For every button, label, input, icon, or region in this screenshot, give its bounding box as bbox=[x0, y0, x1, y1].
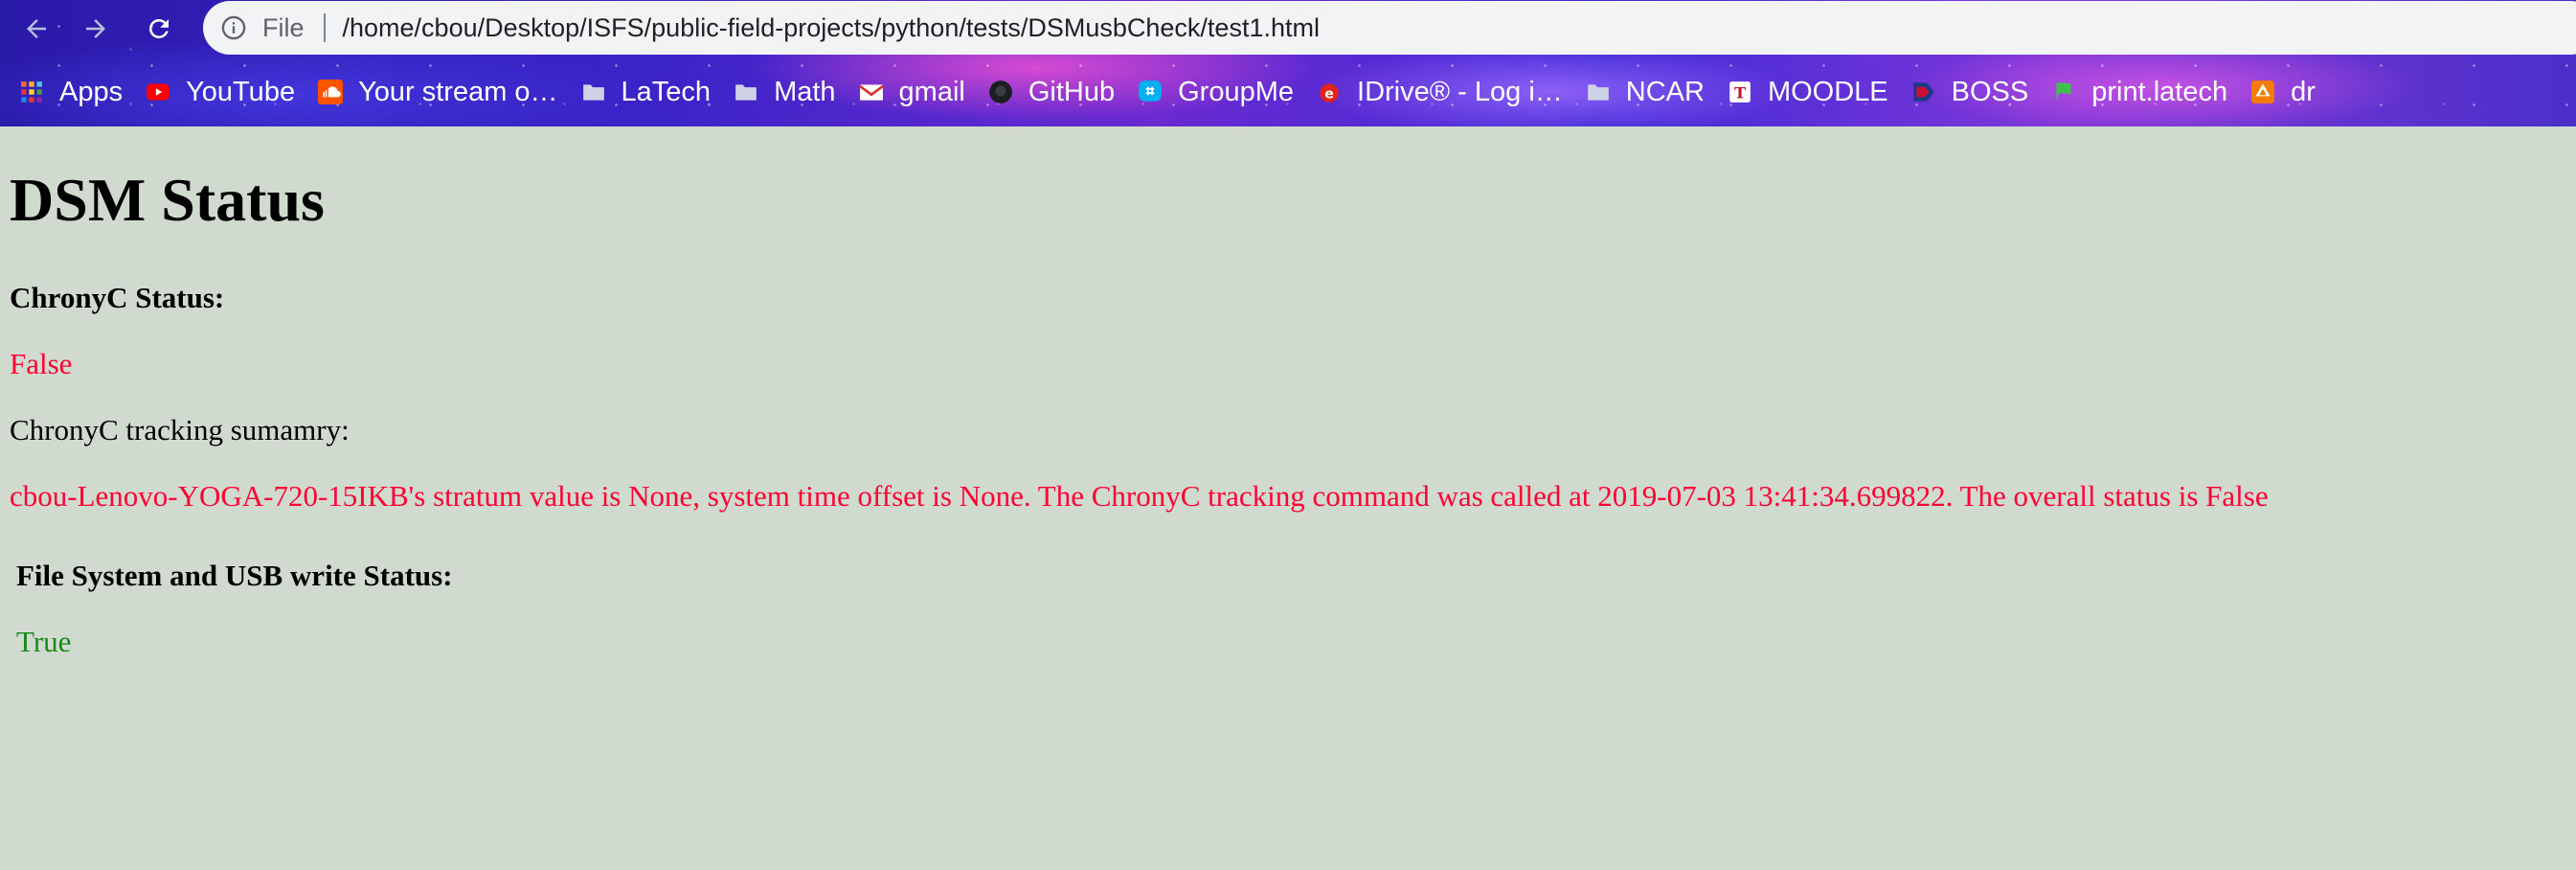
browser-toolbar: File /home/cbou/Desktop/ISFS/public-fiel… bbox=[0, 0, 2576, 57]
forward-button[interactable] bbox=[77, 10, 115, 48]
bookmark-moodle[interactable]: T MOODLE bbox=[1710, 68, 1894, 116]
bookmark-label: Apps bbox=[59, 76, 124, 107]
drive-icon bbox=[2250, 80, 2275, 104]
bookmark-label: YouTube bbox=[186, 76, 296, 107]
chrony-status-heading: ChronyC Status: bbox=[10, 281, 225, 314]
folder-icon bbox=[1586, 80, 1611, 104]
back-arrow-icon bbox=[27, 19, 46, 38]
bookmark-groupme[interactable]: GroupMe bbox=[1120, 68, 1299, 116]
bookmark-label: Your stream o… bbox=[358, 76, 558, 107]
bookmark-idrive[interactable]: e IDrive® - Log i… bbox=[1299, 68, 1569, 116]
bookmark-label: LaTech bbox=[621, 76, 712, 107]
omnibox-divider bbox=[323, 13, 326, 42]
bookmark-gmail[interactable]: gmail bbox=[842, 68, 971, 116]
bookmark-folder-math[interactable]: Math bbox=[716, 68, 841, 116]
address-bar[interactable]: File /home/cbou/Desktop/ISFS/public-fiel… bbox=[203, 1, 2576, 55]
bookmark-label: MOODLE bbox=[1767, 76, 1888, 107]
apps-grid-icon bbox=[19, 80, 44, 104]
folder-icon bbox=[734, 80, 758, 104]
url-text[interactable]: /home/cbou/Desktop/ISFS/public-field-pro… bbox=[343, 13, 1320, 43]
bookmark-apps[interactable]: Apps bbox=[0, 68, 128, 116]
bookmark-label: IDrive® - Log i… bbox=[1357, 76, 1563, 107]
bookmark-youtube[interactable]: YouTube bbox=[128, 68, 301, 116]
usb-status-heading: File System and USB write Status: bbox=[16, 559, 453, 592]
svg-text:T: T bbox=[1734, 84, 1746, 103]
bookmark-label: dr bbox=[2291, 76, 2316, 107]
bookmark-label: Math bbox=[774, 76, 836, 107]
bookmark-label: GroupMe bbox=[1178, 76, 1295, 107]
bookmark-boss[interactable]: BOSS bbox=[1894, 68, 2035, 116]
info-icon[interactable] bbox=[220, 14, 247, 41]
bookmarks-bar: Apps YouTube Your stream o… LaTech Math bbox=[0, 59, 2576, 125]
bookmark-github[interactable]: GitHub bbox=[971, 68, 1120, 116]
reload-button[interactable] bbox=[140, 10, 178, 48]
print-latech-icon bbox=[2051, 80, 2076, 104]
bookmark-folder-ncar[interactable]: NCAR bbox=[1569, 68, 1710, 116]
groupme-icon bbox=[1138, 80, 1163, 104]
tracking-summary-heading: ChronyC tracking sumamry: bbox=[10, 413, 350, 446]
moodle-icon: T bbox=[1728, 80, 1752, 104]
forward-arrow-icon bbox=[86, 19, 105, 38]
github-icon bbox=[988, 80, 1013, 104]
soundcloud-icon bbox=[318, 80, 344, 104]
bookmark-label: GitHub bbox=[1028, 76, 1116, 107]
boss-icon bbox=[1911, 80, 1936, 104]
bookmark-label: BOSS bbox=[1951, 76, 2029, 107]
bookmark-folder-latech[interactable]: LaTech bbox=[564, 68, 717, 116]
gmail-icon bbox=[859, 80, 884, 104]
bookmark-soundcloud[interactable]: Your stream o… bbox=[301, 68, 563, 116]
bookmark-drive[interactable]: dr bbox=[2233, 68, 2321, 116]
page-title: DSM Status bbox=[10, 166, 325, 234]
idrive-icon: e bbox=[1317, 80, 1342, 104]
reload-icon bbox=[149, 18, 169, 38]
browser-chrome: File /home/cbou/Desktop/ISFS/public-fiel… bbox=[0, 0, 2576, 126]
bookmark-label: print.latech bbox=[2091, 76, 2228, 107]
back-button[interactable] bbox=[17, 10, 56, 48]
chrony-status-value: False bbox=[10, 347, 73, 380]
bookmark-label: gmail bbox=[898, 76, 965, 107]
folder-icon bbox=[581, 80, 606, 104]
usb-status-value: True bbox=[16, 625, 72, 658]
youtube-icon bbox=[146, 80, 170, 104]
bookmark-print-latech[interactable]: print.latech bbox=[2034, 68, 2233, 116]
tracking-summary-text: cbou-Lenovo-YOGA-720-15IKB's stratum val… bbox=[10, 479, 2269, 513]
svg-text:e: e bbox=[1324, 87, 1334, 103]
scheme-label: File bbox=[262, 12, 305, 42]
bookmark-label: NCAR bbox=[1625, 76, 1705, 107]
